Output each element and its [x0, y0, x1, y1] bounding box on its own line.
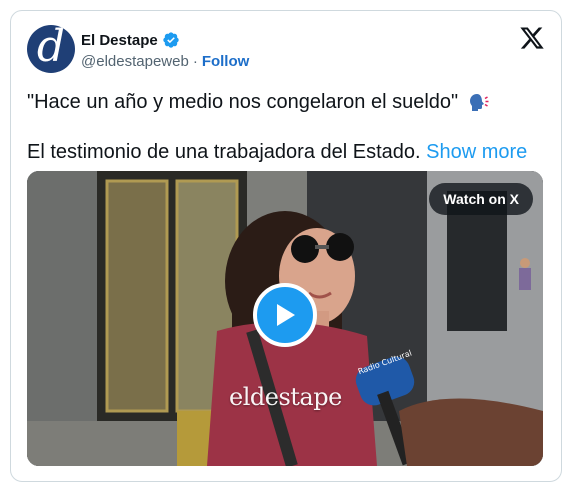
play-button[interactable]	[253, 283, 317, 347]
tweet-text: "Hace un año y medio nos congelaron el s…	[27, 89, 547, 165]
tweet-card[interactable]: d El Destape @eldestapeweb · Follow "Hac…	[10, 10, 562, 482]
play-icon	[277, 304, 295, 326]
speaking-head-icon	[469, 93, 489, 111]
handle-row: @eldestapeweb · Follow	[81, 53, 249, 70]
tweet-line-quote: "Hace un año y medio nos congelaron el s…	[27, 89, 547, 115]
avatar-letter: d	[36, 25, 66, 72]
separator-dot: ·	[192, 53, 198, 70]
show-more-link[interactable]: Show more	[426, 141, 527, 163]
follow-button[interactable]: Follow	[202, 53, 250, 70]
tweet-line-description: El testimonio de una trabajadora del Est…	[27, 139, 547, 165]
x-logo-icon[interactable]	[519, 25, 545, 51]
tweet-description-text: El testimonio de una trabajadora del Est…	[27, 141, 421, 163]
avatar[interactable]: d	[27, 25, 75, 73]
watch-on-x-button[interactable]: Watch on X	[429, 183, 533, 215]
display-name[interactable]: El Destape	[81, 32, 158, 49]
video-player[interactable]: Radio Cultural Watch on X eldestape	[27, 171, 543, 466]
handle[interactable]: @eldestapeweb	[81, 53, 189, 70]
verified-badge-icon	[163, 32, 179, 48]
tweet-quote-text: "Hace un año y medio nos congelaron el s…	[27, 91, 459, 113]
author-name-row: El Destape	[81, 31, 180, 49]
video-watermark: eldestape	[229, 383, 342, 411]
